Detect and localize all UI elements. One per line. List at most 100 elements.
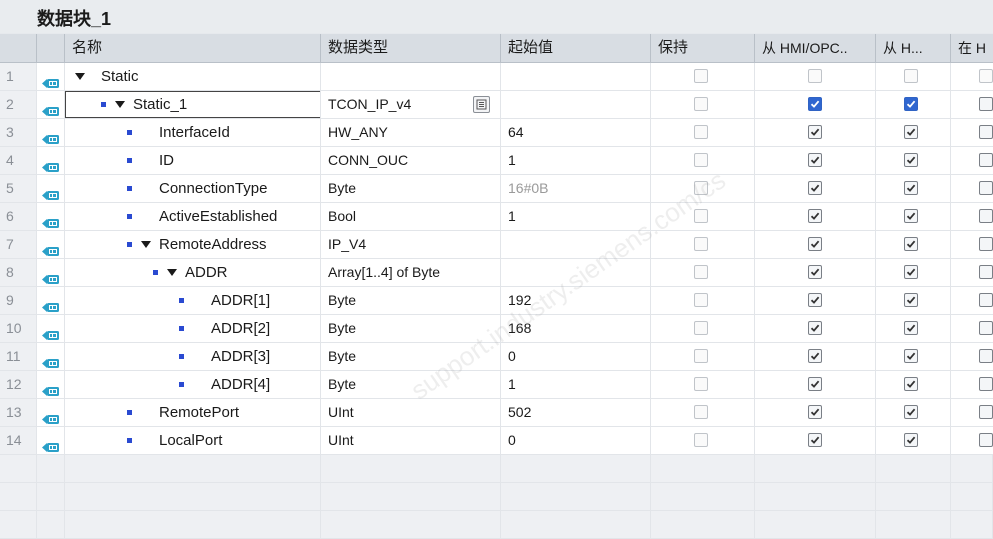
accessible-from-hmi-checkbox[interactable]	[808, 237, 822, 251]
start-value-cell[interactable]: 0	[501, 343, 651, 370]
accessible-from-hmi-checkbox[interactable]	[808, 433, 822, 447]
retain-checkbox[interactable]	[694, 209, 708, 223]
visible-in-hmi-checkbox[interactable]	[979, 265, 993, 279]
accessible-from-hmi-checkbox[interactable]	[808, 125, 822, 139]
data-type-cell[interactable]: Array[1..4] of Byte	[321, 259, 501, 286]
writable-from-hmi-checkbox[interactable]	[904, 377, 918, 391]
visible-in-hmi-checkbox[interactable]	[979, 69, 993, 83]
visible-in-hmi-checkbox[interactable]	[979, 153, 993, 167]
data-type-cell[interactable]: Byte	[321, 371, 501, 398]
retain-checkbox[interactable]	[694, 293, 708, 307]
retain-checkbox[interactable]	[694, 321, 708, 335]
header-retain[interactable]: 保持	[651, 34, 755, 62]
table-row[interactable]: 8 ADDR Array[1..4] of Byte	[0, 259, 993, 287]
visible-in-hmi-checkbox[interactable]	[979, 209, 993, 223]
name-cell[interactable]: LocalPort	[65, 427, 321, 454]
name-cell[interactable]: ADDR	[65, 259, 321, 286]
accessible-from-hmi-checkbox[interactable]	[808, 153, 822, 167]
writable-from-hmi-checkbox[interactable]	[904, 265, 918, 279]
writable-from-hmi-checkbox[interactable]	[904, 209, 918, 223]
name-cell[interactable]: RemotePort	[65, 399, 321, 426]
retain-checkbox[interactable]	[694, 405, 708, 419]
table-row[interactable]: 1 Static	[0, 63, 993, 91]
visible-in-hmi-checkbox[interactable]	[979, 293, 993, 307]
visible-in-hmi-checkbox[interactable]	[979, 237, 993, 251]
header-name[interactable]: 名称	[65, 34, 321, 62]
visible-in-hmi-checkbox[interactable]	[979, 97, 993, 111]
data-type-cell[interactable]: CONN_OUC	[321, 147, 501, 174]
start-value-cell[interactable]: 0	[501, 427, 651, 454]
accessible-from-hmi-checkbox[interactable]	[808, 209, 822, 223]
data-type-picker-icon[interactable]	[473, 96, 490, 113]
name-cell[interactable]: ADDR[2]	[65, 315, 321, 342]
accessible-from-hmi-checkbox[interactable]	[808, 321, 822, 335]
name-cell[interactable]: ADDR[3]	[65, 343, 321, 370]
writable-from-hmi-checkbox[interactable]	[904, 321, 918, 335]
retain-checkbox[interactable]	[694, 377, 708, 391]
writable-from-hmi-checkbox[interactable]	[904, 97, 918, 111]
name-cell[interactable]: ADDR[1]	[65, 287, 321, 314]
data-type-cell[interactable]: Byte	[321, 175, 501, 202]
visible-in-hmi-checkbox[interactable]	[979, 321, 993, 335]
data-type-cell[interactable]: IP_V4	[321, 231, 501, 258]
table-row[interactable]: 4 ID CONN_OUC 1	[0, 147, 993, 175]
retain-checkbox[interactable]	[694, 69, 708, 83]
table-row[interactable]: 3 InterfaceId HW_ANY 64	[0, 119, 993, 147]
header-accessible-from-hmi[interactable]: 从 HMI/OPC..	[755, 34, 876, 62]
retain-checkbox[interactable]	[694, 433, 708, 447]
header-writable-from-hmi[interactable]: 从 H...	[876, 34, 951, 62]
visible-in-hmi-checkbox[interactable]	[979, 125, 993, 139]
expand-arrow-icon[interactable]	[167, 269, 177, 276]
start-value-cell[interactable]	[501, 63, 651, 90]
start-value-cell[interactable]: 1	[501, 203, 651, 230]
data-type-cell[interactable]	[321, 63, 501, 90]
retain-checkbox[interactable]	[694, 153, 708, 167]
start-value-cell[interactable]	[501, 231, 651, 258]
name-cell[interactable]: InterfaceId	[65, 119, 321, 146]
expand-arrow-icon[interactable]	[141, 241, 151, 248]
table-row[interactable]: 12 ADDR[4] Byte 1	[0, 371, 993, 399]
visible-in-hmi-checkbox[interactable]	[979, 405, 993, 419]
data-type-cell[interactable]: HW_ANY	[321, 119, 501, 146]
table-row[interactable]: 11 ADDR[3] Byte 0	[0, 343, 993, 371]
accessible-from-hmi-checkbox[interactable]	[808, 265, 822, 279]
retain-checkbox[interactable]	[694, 181, 708, 195]
writable-from-hmi-checkbox[interactable]	[904, 349, 918, 363]
visible-in-hmi-checkbox[interactable]	[979, 377, 993, 391]
writable-from-hmi-checkbox[interactable]	[904, 181, 918, 195]
writable-from-hmi-checkbox[interactable]	[904, 405, 918, 419]
writable-from-hmi-checkbox[interactable]	[904, 153, 918, 167]
table-row[interactable]: 2 TCON_IP_v4 Static_1	[0, 91, 993, 119]
retain-checkbox[interactable]	[694, 125, 708, 139]
start-value-cell[interactable]: 168	[501, 315, 651, 342]
header-start-value[interactable]: 起始值	[501, 34, 651, 62]
expand-arrow-icon[interactable]	[115, 101, 125, 108]
header-data-type[interactable]: 数据类型	[321, 34, 501, 62]
writable-from-hmi-checkbox[interactable]	[904, 69, 918, 83]
name-cell[interactable]: RemoteAddress	[65, 231, 321, 258]
visible-in-hmi-checkbox[interactable]	[979, 433, 993, 447]
writable-from-hmi-checkbox[interactable]	[904, 237, 918, 251]
accessible-from-hmi-checkbox[interactable]	[808, 405, 822, 419]
start-value-cell[interactable]: 502	[501, 399, 651, 426]
visible-in-hmi-checkbox[interactable]	[979, 181, 993, 195]
visible-in-hmi-checkbox[interactable]	[979, 349, 993, 363]
accessible-from-hmi-checkbox[interactable]	[808, 377, 822, 391]
data-type-cell[interactable]: Byte	[321, 343, 501, 370]
writable-from-hmi-checkbox[interactable]	[904, 125, 918, 139]
retain-checkbox[interactable]	[694, 349, 708, 363]
name-cell[interactable]: Static	[65, 63, 321, 90]
accessible-from-hmi-checkbox[interactable]	[808, 97, 822, 111]
retain-checkbox[interactable]	[694, 97, 708, 111]
name-cell[interactable]: Static_1	[65, 91, 321, 118]
accessible-from-hmi-checkbox[interactable]	[808, 181, 822, 195]
name-cell[interactable]: ActiveEstablished	[65, 203, 321, 230]
name-cell[interactable]: ADDR[4]	[65, 371, 321, 398]
data-type-cell[interactable]: Bool	[321, 203, 501, 230]
table-row[interactable]: 13 RemotePort UInt 502	[0, 399, 993, 427]
writable-from-hmi-checkbox[interactable]	[904, 433, 918, 447]
start-value-cell[interactable]: 16#0B	[501, 175, 651, 202]
accessible-from-hmi-checkbox[interactable]	[808, 349, 822, 363]
retain-checkbox[interactable]	[694, 265, 708, 279]
accessible-from-hmi-checkbox[interactable]	[808, 293, 822, 307]
